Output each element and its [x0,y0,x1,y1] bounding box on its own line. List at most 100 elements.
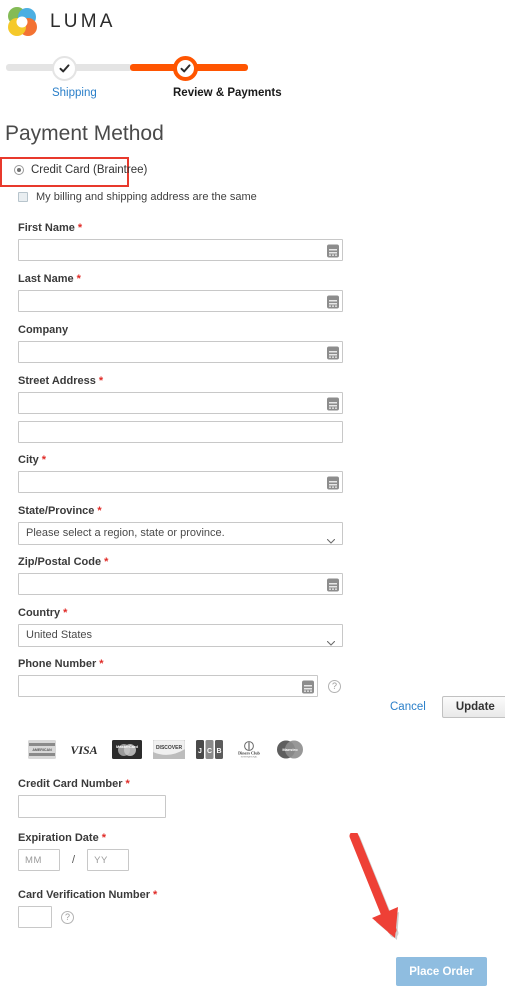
company-input[interactable] [18,341,343,363]
field-first-name: First Name * [18,222,343,261]
last-name-input[interactable] [18,290,343,312]
svg-text:AMERICAN: AMERICAN [32,748,52,752]
radio-selected-icon[interactable] [14,165,24,175]
street-address-line1-input[interactable] [18,392,343,414]
field-label-first-name: First Name * [18,222,83,234]
svg-text:VISA: VISA [70,743,97,757]
amex-card-icon: AMERICAN [28,740,56,759]
question-mark-icon[interactable]: ? [61,910,74,924]
autofill-icon[interactable] [327,295,339,309]
required-marker: * [98,375,104,387]
jcb-card-icon: JCB [196,740,223,759]
required-marker: * [104,556,109,568]
first-name-input[interactable] [18,239,343,261]
place-order-button[interactable]: Place Order [396,957,487,986]
field-label-company: Company [18,324,69,336]
field-label-last-name: Last Name * [18,273,81,285]
progress-step-review-label[interactable]: Review & Payments [173,87,282,99]
required-marker: * [63,607,68,619]
billing-same-as-shipping-label: My billing and shipping address are the … [36,191,257,203]
required-marker: * [99,658,104,670]
street-address-line2-input[interactable] [18,421,343,443]
diners-club-card-icon: Diners Club INTERNATIONAL [234,740,264,759]
progress-step-review-circle [173,56,198,81]
field-expiration-date: Expiration Date* / [18,832,238,871]
checkout-progress-bar: Shipping Review & Payments [0,56,505,102]
svg-text:C: C [207,748,212,755]
field-street-address-line2 [18,421,343,443]
payment-method-option-braintree[interactable]: Credit Card (Braintree) [14,164,147,176]
expiration-year-input[interactable] [87,849,130,871]
update-button[interactable]: Update [441,696,505,718]
credit-card-number-input[interactable] [18,795,166,818]
autofill-icon[interactable] [327,244,339,258]
payment-method-label: Credit Card (Braintree) [31,164,148,176]
field-label-credit-card-number: Credit Card Number * [18,778,130,790]
annotation-arrow-icon [345,831,415,958]
field-label-country: Country * [18,607,68,619]
autofill-icon[interactable] [327,476,339,490]
country-select[interactable]: United States [18,624,343,647]
zip-postal-code-input[interactable] [18,573,343,595]
check-icon [179,62,192,75]
checkbox-unchecked-icon[interactable] [18,192,28,202]
form-actions: Cancel Update [390,696,505,718]
visa-card-icon: VISA [67,740,101,759]
billing-same-as-shipping-row[interactable]: My billing and shipping address are the … [18,191,257,203]
card-verification-number-input[interactable] [18,906,52,928]
field-zip-postal-code: Zip/Postal Code * [18,556,343,595]
maestro-card-icon: Maestro [275,740,305,759]
autofill-icon[interactable] [327,578,339,592]
autofill-icon[interactable] [327,346,339,360]
field-city: City * [18,454,343,493]
field-label-zip-postal-code: Zip/Postal Code * [18,556,109,568]
luma-logo-text: LUMA [50,11,116,32]
svg-text:DISCOVER: DISCOVER [156,745,183,751]
field-state-province: State/Province * Please select a region, … [18,505,343,545]
svg-text:B: B [216,748,221,755]
field-label-city: City * [18,454,47,466]
svg-text:MasterCard: MasterCard [116,744,139,749]
field-label-phone-number: Phone Number * [18,658,104,670]
field-card-verification-number: Card Verification Number * ? [18,889,178,928]
check-icon [58,62,71,75]
city-input[interactable] [18,471,343,493]
progress-step-review[interactable]: Review & Payments [173,56,282,99]
progress-step-shipping-circle [52,56,77,81]
required-marker: * [125,778,130,790]
page-title: Payment Method [5,122,164,145]
autofill-icon[interactable] [302,680,314,694]
autofill-icon[interactable] [327,397,339,411]
luma-flower-logo-icon [6,6,38,38]
progress-step-shipping[interactable]: Shipping [52,56,97,99]
field-country: Country * United States [18,607,343,647]
luma-logo[interactable]: LUMA [6,6,116,38]
required-marker: * [101,832,106,844]
field-phone-number: Phone Number * ? [18,658,343,697]
accepted-card-brands: AMERICAN VISA MasterCard DISCOVER JCB Di… [28,739,305,760]
field-label-card-verification-number: Card Verification Number * [18,889,158,901]
field-last-name: Last Name * [18,273,343,312]
required-marker: * [153,889,158,901]
cancel-button[interactable]: Cancel [390,701,426,713]
field-credit-card-number: Credit Card Number * [18,778,166,818]
discover-card-icon: DISCOVER [152,739,186,760]
expiration-month-input[interactable] [18,849,60,871]
field-label-expiration-date: Expiration Date * [18,832,106,844]
field-label-street-address: Street Address * [18,375,104,387]
progress-step-shipping-label[interactable]: Shipping [52,87,97,99]
site-header: LUMA [0,0,505,48]
field-company: Company [18,324,343,363]
required-marker: * [76,273,81,285]
required-marker: * [77,222,83,234]
svg-text:INTERNATIONAL: INTERNATIONAL [241,756,258,759]
required-marker: * [97,505,102,517]
state-province-select[interactable]: Please select a region, state or provinc… [18,522,343,545]
field-street-address: Street Address * [18,375,343,414]
svg-text:J: J [198,748,202,755]
question-mark-icon[interactable]: ? [328,679,341,693]
mastercard-card-icon: MasterCard [112,740,142,759]
required-marker: * [41,454,47,466]
phone-number-input[interactable] [18,675,318,697]
svg-text:Diners Club: Diners Club [238,751,260,756]
